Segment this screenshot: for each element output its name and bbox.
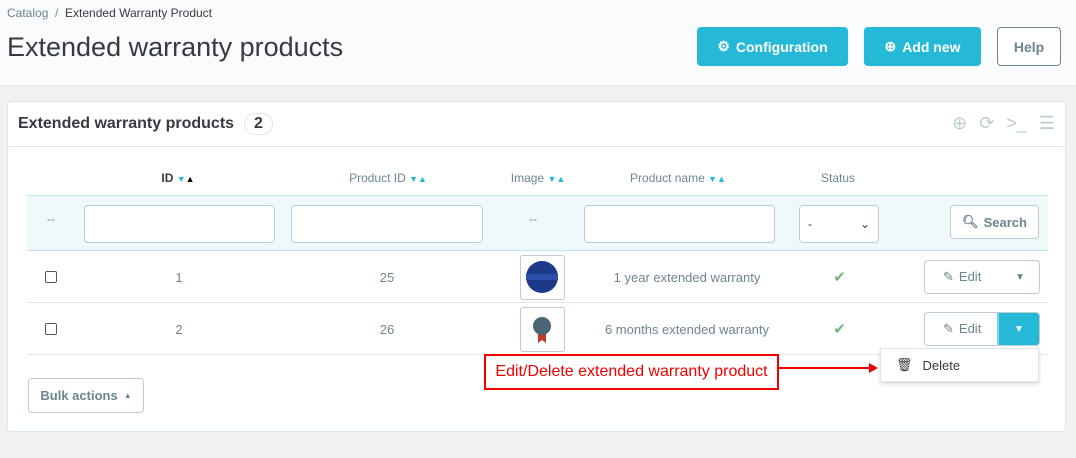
filter-product-id-input[interactable] bbox=[291, 205, 483, 243]
delete-menu-item[interactable]: 🗑︎ Delete bbox=[880, 348, 1039, 382]
edit-label: Edit bbox=[958, 321, 982, 336]
add-new-label: Add new bbox=[902, 38, 961, 55]
refresh-icon[interactable]: ⟳ bbox=[979, 113, 994, 134]
filter-row: -- -- - ⌄ 🔍︎ Search bbox=[27, 195, 1048, 251]
configuration-button[interactable]: ⚙ Configuration bbox=[697, 27, 848, 66]
status-enabled-icon[interactable]: ✔ bbox=[817, 251, 862, 303]
product-image bbox=[519, 254, 565, 300]
status-enabled-icon[interactable]: ✔ bbox=[817, 303, 862, 355]
caret-up-icon: ▲ bbox=[123, 391, 132, 400]
column-header-status: Status bbox=[820, 171, 856, 185]
edit-button-group: ✎ Edit ▼ bbox=[924, 260, 1040, 294]
bulk-actions-button[interactable]: Bulk actions ▲ bbox=[28, 378, 144, 413]
sort-icon[interactable]: ▼▲ bbox=[409, 174, 427, 184]
panel-title: Extended warranty products bbox=[18, 115, 235, 132]
sql-terminal-icon[interactable]: >_ bbox=[1006, 113, 1027, 134]
trash-icon: 🗑︎ bbox=[896, 357, 913, 372]
column-header-product-name[interactable]: Product name ▼▲ bbox=[608, 171, 748, 185]
sort-icon[interactable]: ▼▲ bbox=[547, 174, 565, 184]
edit-button[interactable]: ✎ Edit bbox=[925, 269, 981, 285]
col-product-id-label: Product ID bbox=[349, 171, 406, 185]
search-button[interactable]: 🔍︎ Search bbox=[950, 205, 1039, 239]
status-select-value: - bbox=[808, 217, 812, 231]
edit-label: Edit bbox=[958, 269, 982, 284]
count-badge: 2 bbox=[244, 113, 273, 135]
page-title: Extended warranty products bbox=[7, 32, 344, 62]
gears-icon: ⚙ bbox=[717, 38, 730, 54]
filter-name-input[interactable] bbox=[584, 205, 775, 243]
row-id: 2 bbox=[175, 321, 183, 337]
edit-button[interactable]: ✎ Edit bbox=[925, 321, 981, 337]
chevron-down-icon: ⌄ bbox=[859, 217, 870, 231]
filter-status-select[interactable]: - ⌄ bbox=[799, 205, 879, 243]
filter-id-input[interactable] bbox=[84, 205, 275, 243]
breadcrumb-current: Extended Warranty Product bbox=[65, 6, 213, 20]
row-product-id: 25 bbox=[379, 269, 395, 285]
annotation-box: Edit/Delete extended warranty product bbox=[484, 354, 779, 390]
breadcrumb-catalog[interactable]: Catalog bbox=[7, 6, 48, 20]
product-image bbox=[519, 306, 565, 352]
row-id: 1 bbox=[175, 269, 183, 285]
row-checkbox[interactable] bbox=[45, 271, 57, 283]
row-checkbox[interactable] bbox=[45, 323, 57, 335]
medal-icon bbox=[533, 317, 551, 343]
panel-tools: ⊕ ⟳ >_ ☰ bbox=[952, 113, 1055, 134]
search-icon: 🔍︎ bbox=[962, 214, 979, 229]
col-name-label: Product name bbox=[630, 171, 705, 185]
row-product-id: 26 bbox=[379, 321, 395, 337]
configuration-label: Configuration bbox=[735, 38, 828, 55]
pencil-icon: ✎ bbox=[943, 321, 954, 336]
sort-icon[interactable]: ▼▲ bbox=[708, 174, 726, 184]
help-button[interactable]: Help bbox=[997, 27, 1061, 66]
bulk-actions-label: Bulk actions bbox=[40, 388, 118, 403]
search-label: Search bbox=[983, 214, 1027, 230]
column-header-product-id[interactable]: Product ID ▼▲ bbox=[328, 171, 448, 185]
col-id-label: ID bbox=[161, 171, 174, 185]
add-new-button[interactable]: ⊕ Add new bbox=[864, 27, 981, 66]
annotation-arrow bbox=[779, 363, 878, 373]
row-product-name: 1 year extended warranty bbox=[613, 269, 761, 285]
sort-asc-icon[interactable]: ▲ bbox=[186, 174, 195, 184]
column-header-id[interactable]: ID ▼▲ bbox=[138, 171, 218, 185]
breadcrumb: Catalog / Extended Warranty Product bbox=[7, 6, 213, 20]
edit-button-group: ✎ Edit ▼ bbox=[924, 312, 1040, 346]
col-image-label: Image bbox=[510, 171, 545, 185]
filter-dash: -- bbox=[47, 212, 55, 226]
database-icon[interactable]: ☰ bbox=[1039, 113, 1055, 134]
dropdown-toggle[interactable]: ▼ bbox=[999, 313, 1039, 345]
row-product-name: 6 months extended warranty bbox=[604, 321, 770, 337]
filter-image-dash: -- bbox=[529, 212, 537, 226]
pencil-icon: ✎ bbox=[943, 269, 954, 284]
table-row: 1 25 1 year extended warranty ✔ ✎ Edit ▼ bbox=[27, 251, 1048, 303]
warranty-badge-icon bbox=[526, 261, 558, 293]
sort-desc-icon[interactable]: ▼ bbox=[177, 174, 186, 184]
column-header-image[interactable]: Image ▼▲ bbox=[488, 171, 588, 185]
panel-heading: Extended warranty products 2 bbox=[8, 102, 1065, 147]
dropdown-toggle[interactable]: ▼ bbox=[1015, 272, 1025, 283]
delete-label: Delete bbox=[922, 357, 961, 373]
add-icon[interactable]: ⊕ bbox=[952, 113, 967, 134]
plus-circle-icon: ⊕ bbox=[884, 38, 897, 54]
